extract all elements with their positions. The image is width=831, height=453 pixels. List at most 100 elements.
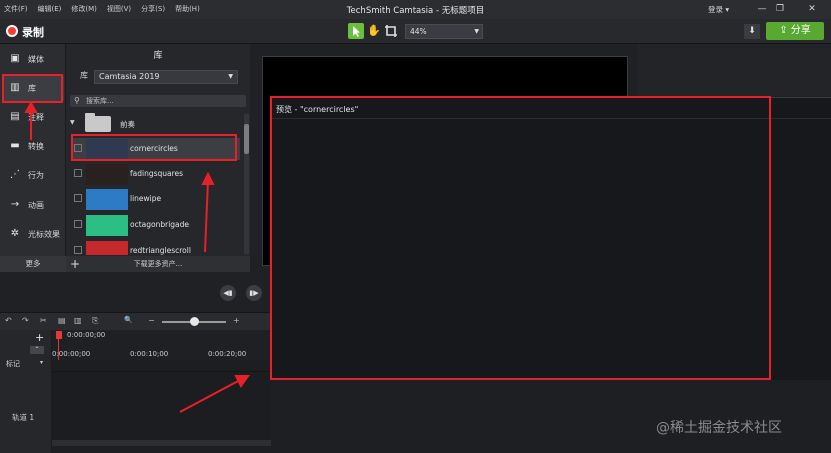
expand-triangle-icon[interactable]: ▼: [70, 119, 75, 126]
previous-frame-icon[interactable]: ◀▮: [220, 285, 236, 301]
annotation-box-preview: [270, 96, 771, 380]
asset-thumbnail: [86, 164, 128, 185]
timeline-scrollbar[interactable]: [52, 440, 271, 446]
ruler-time: 0:00:00;00: [52, 350, 91, 358]
cut-icon[interactable]: ✂: [40, 316, 47, 325]
library-search-input[interactable]: ⚲ 搜索库...: [70, 95, 246, 107]
marker-track[interactable]: [52, 360, 271, 372]
sidebar-item-annotations[interactable]: ▤ 注释: [2, 104, 64, 130]
sidebar-item-label: 媒体: [28, 55, 44, 64]
timeline-zoom-handle[interactable]: [190, 317, 199, 326]
maximize-icon[interactable]: ❐: [770, 2, 790, 16]
download-more-assets-link[interactable]: 下载更多资产...: [66, 259, 250, 269]
library-asset-linewipe[interactable]: linewipe: [72, 188, 240, 210]
asset-label: redtrianglescroll: [130, 246, 191, 255]
asset-label: octagonbrigade: [130, 220, 190, 229]
sidebar-item-cursor-effects[interactable]: ✲ 光标效果: [2, 221, 64, 247]
undo-icon[interactable]: ↶: [5, 316, 12, 325]
library-footer: + 下载更多资产...: [66, 256, 250, 272]
zoom-in-icon[interactable]: +: [233, 316, 240, 325]
media-icon: ▣: [10, 53, 20, 64]
redo-icon[interactable]: ↷: [22, 316, 29, 325]
split-icon[interactable]: ⎘: [92, 316, 98, 326]
sidebar-item-media[interactable]: ▣ 媒体: [2, 46, 64, 72]
ruler-time: 0:00:10;00: [130, 350, 169, 358]
pointer-arrow-icon: [353, 26, 360, 37]
main-toolbar: 录制 ✋ 44% ▼ ⬇ ⇪ 分享: [0, 19, 831, 44]
library-asset-fadingsquares[interactable]: fadingsquares: [72, 163, 240, 185]
window-title: TechSmith Camtasia - 无标题项目: [346, 6, 485, 16]
annotation-box-asset: [71, 134, 237, 161]
pan-hand-icon[interactable]: ✋: [366, 23, 382, 39]
sidebar-item-animations[interactable]: → 动画: [2, 192, 64, 218]
track-1-label: 轨道 1: [12, 413, 35, 422]
sidebar-item-label: 注释: [28, 113, 44, 122]
close-icon[interactable]: ✕: [802, 2, 822, 16]
marker-toggle[interactable]: 标记 ▾: [0, 358, 52, 370]
playback-controls: ◀▮ ▮▶: [0, 272, 271, 312]
login-button[interactable]: 登录 ▾: [708, 4, 729, 15]
folder-intro[interactable]: ▼ 前奏: [70, 113, 240, 132]
asset-checkbox[interactable]: [74, 194, 82, 202]
timeline-toolbar: ↶ ↷ ✂ ▤ ▥ ⎘ 🔍 − +: [0, 312, 271, 330]
sidebar-more-button[interactable]: 更多: [0, 256, 66, 272]
asset-checkbox[interactable]: [74, 169, 82, 177]
cursor-effect-icon: ✲: [10, 228, 20, 239]
library-select-value: Camtasia 2019: [99, 72, 160, 81]
copy-icon[interactable]: ▤: [58, 316, 66, 325]
share-button[interactable]: ⇪ 分享: [766, 22, 824, 40]
asset-label: linewipe: [130, 194, 162, 203]
zoom-select[interactable]: 44% ▼: [405, 24, 483, 39]
folder-icon: [85, 113, 111, 132]
share-icon: ⇪: [779, 25, 788, 36]
record-button[interactable]: 录制: [22, 24, 44, 40]
animation-icon: →: [10, 199, 20, 210]
chevron-down-icon: ▼: [228, 73, 233, 80]
library-prefix-label: 库: [80, 71, 88, 80]
track-1-lane[interactable]: [52, 372, 271, 440]
library-select[interactable]: Camtasia 2019 ▼: [94, 70, 238, 84]
playhead-handle[interactable]: [56, 331, 62, 339]
transition-icon: ▬: [10, 140, 20, 151]
zoom-icon: 🔍: [124, 316, 133, 324]
pointer-tool-icon[interactable]: [348, 23, 364, 39]
add-track-icon[interactable]: +: [35, 331, 44, 344]
library-asset-octagonbrigade[interactable]: octagonbrigade: [72, 214, 240, 236]
share-label: 分享: [790, 25, 811, 36]
zoom-value: 44%: [410, 27, 427, 36]
search-placeholder: 搜索库...: [86, 97, 114, 105]
scrollbar-thumb[interactable]: [244, 124, 249, 154]
folder-label: 前奏: [120, 120, 135, 129]
minimize-icon[interactable]: —: [752, 2, 772, 16]
crop-icon[interactable]: [383, 23, 399, 39]
watermark: @稀土掘金技术社区: [656, 420, 782, 436]
properties-area: [638, 44, 831, 96]
library-title: 库: [153, 51, 163, 61]
library-scrollbar[interactable]: [244, 114, 249, 254]
ruler-time: 0:00:20;00: [208, 350, 247, 358]
sidebar-item-label: 光标效果: [28, 230, 60, 239]
sidebar-item-behaviors[interactable]: ⋰ 行为: [2, 162, 64, 188]
record-icon[interactable]: [6, 25, 18, 37]
paste-icon[interactable]: ▥: [74, 316, 82, 325]
annotation-box-library: [2, 74, 63, 103]
sidebar-item-transitions[interactable]: ▬ 转换: [2, 133, 64, 159]
download-icon[interactable]: ⬇: [744, 24, 760, 39]
track-header-column: [0, 330, 52, 453]
chevron-down-icon: ▼: [474, 28, 479, 35]
annotation-icon: ▤: [10, 111, 20, 122]
sidebar-item-label: 转换: [28, 142, 44, 151]
asset-label: fadingsquares: [130, 169, 184, 178]
asset-thumbnail: [86, 215, 128, 236]
asset-checkbox[interactable]: [74, 246, 82, 254]
sidebar-item-label: 动画: [28, 201, 44, 210]
sidebar-item-label: 行为: [28, 171, 44, 180]
asset-thumbnail: [86, 189, 128, 210]
search-icon: ⚲: [74, 96, 80, 105]
zoom-out-icon[interactable]: −: [148, 316, 155, 325]
title-bar: 文件(F) 编辑(E) 修改(M) 视图(V) 分享(S) 帮助(H) Tech…: [0, 0, 831, 19]
play-icon[interactable]: ▮▶: [246, 285, 262, 301]
behavior-icon: ⋰: [10, 169, 20, 180]
collapse-icon[interactable]: ⌃: [30, 346, 44, 354]
asset-checkbox[interactable]: [74, 220, 82, 228]
